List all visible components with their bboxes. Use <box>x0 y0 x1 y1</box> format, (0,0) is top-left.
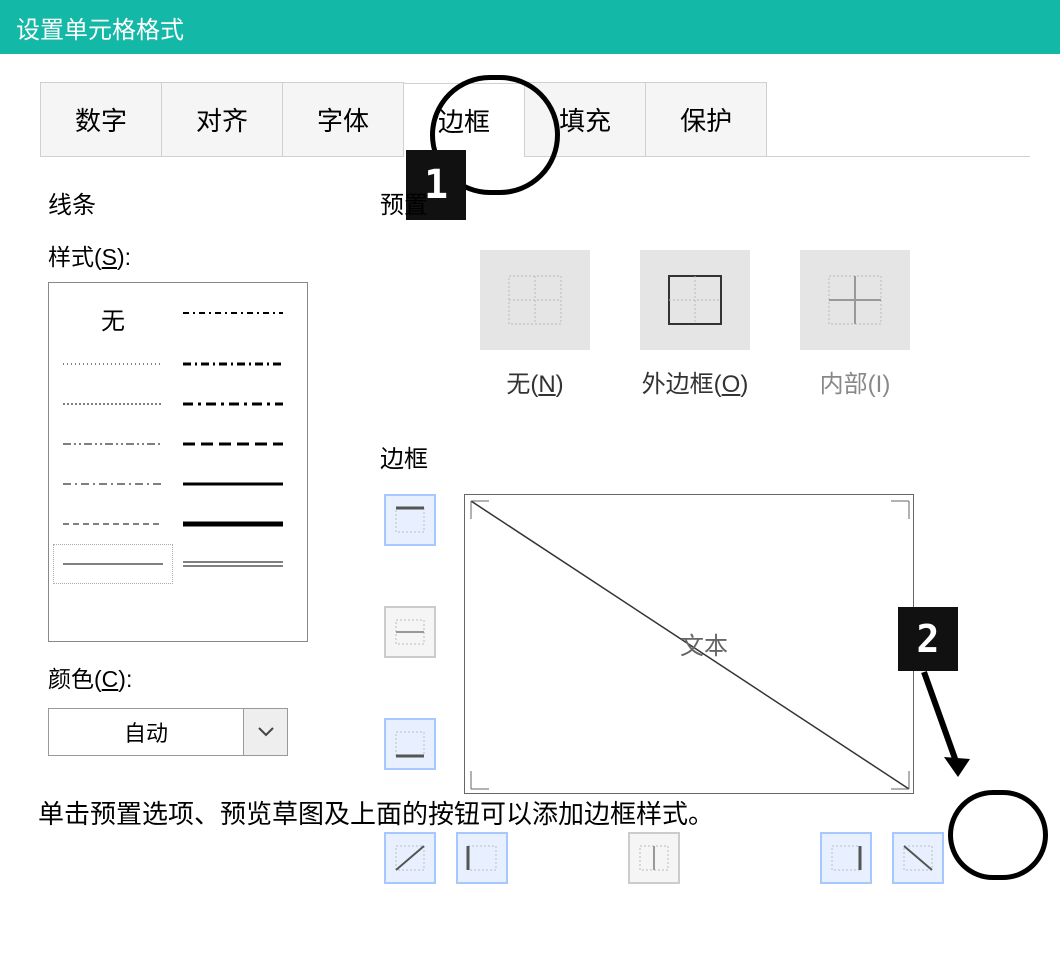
line-style-dotted[interactable] <box>53 384 173 424</box>
line-style-thin[interactable] <box>53 544 173 584</box>
border-right-button[interactable] <box>820 832 872 884</box>
presets-row: 无(N) 外边框(O) 内部(I) <box>480 250 1030 399</box>
dialog-title: 设置单元格格式 <box>16 10 184 45</box>
line-style-list[interactable]: 无 <box>48 282 308 642</box>
preset-outline-label: 外边框(O) <box>642 364 749 399</box>
preset-inside-button[interactable] <box>800 250 910 350</box>
line-style-none[interactable]: 无 <box>53 293 173 344</box>
border-diag-up-button[interactable] <box>384 832 436 884</box>
line-style-dashed[interactable] <box>53 504 173 544</box>
content-area: 线条 样式(S): 无 颜色(C): 自动 <box>0 157 1060 780</box>
border-top-button[interactable] <box>384 494 436 546</box>
color-value: 自动 <box>49 709 243 755</box>
tab-font[interactable]: 字体 <box>282 82 404 156</box>
presets-section-label: 预置 <box>380 185 1030 220</box>
line-style-dash-dot-dot[interactable] <box>53 424 173 464</box>
line-style-medium-dash-dot[interactable] <box>173 344 293 384</box>
border-bottom-button[interactable] <box>384 718 436 770</box>
preview-text: 文本 <box>680 626 728 661</box>
line-style-hair[interactable] <box>53 344 173 384</box>
right-panel: 预置 无(N) 外边框(O) <box>340 177 1030 770</box>
border-vmiddle-button[interactable] <box>628 832 680 884</box>
tab-strip: 数字 对齐 字体 边框 填充 保护 <box>40 82 1030 157</box>
border-section: 边框 文本 <box>380 439 1030 474</box>
color-label: 颜色(C): <box>48 660 340 694</box>
preset-outline-button[interactable] <box>640 250 750 350</box>
help-text: 单击预置选项、预览草图及上面的按钮可以添加边框样式。 <box>38 794 1060 831</box>
line-section-label: 线条 <box>48 185 340 220</box>
line-style-medium-dash[interactable] <box>173 424 293 464</box>
tab-border[interactable]: 边框 <box>403 83 525 157</box>
tab-protect[interactable]: 保护 <box>645 82 767 156</box>
annotation-callout-2: 2 <box>898 607 958 671</box>
border-left-button[interactable] <box>456 832 508 884</box>
tab-fill[interactable]: 填充 <box>524 82 646 156</box>
border-hmiddle-button[interactable] <box>384 606 436 658</box>
line-style-double[interactable] <box>173 544 293 584</box>
preset-inside-label: 内部(I) <box>820 364 891 399</box>
line-style-dash-dot-fine[interactable] <box>173 293 293 333</box>
chevron-down-icon <box>243 709 287 755</box>
line-style-medium[interactable] <box>173 464 293 504</box>
annotation-arrow-icon <box>914 667 974 787</box>
style-label: 样式(S): <box>48 238 340 272</box>
preset-none-button[interactable] <box>480 250 590 350</box>
tab-align[interactable]: 对齐 <box>161 82 283 156</box>
line-panel: 线条 样式(S): 无 颜色(C): 自动 <box>40 177 340 770</box>
dialog-titlebar: 设置单元格格式 <box>0 0 1060 54</box>
line-style-thick[interactable] <box>173 504 293 544</box>
line-style-dash-dot[interactable] <box>53 464 173 504</box>
color-dropdown[interactable]: 自动 <box>48 708 288 756</box>
preset-none-label: 无(N) <box>506 364 563 399</box>
border-diag-down-button[interactable] <box>892 832 944 884</box>
tab-number[interactable]: 数字 <box>40 82 162 156</box>
line-style-dash-dot-thick[interactable] <box>173 384 293 424</box>
border-section-label: 边框 <box>380 439 1030 474</box>
border-preview[interactable]: 文本 <box>464 494 914 794</box>
